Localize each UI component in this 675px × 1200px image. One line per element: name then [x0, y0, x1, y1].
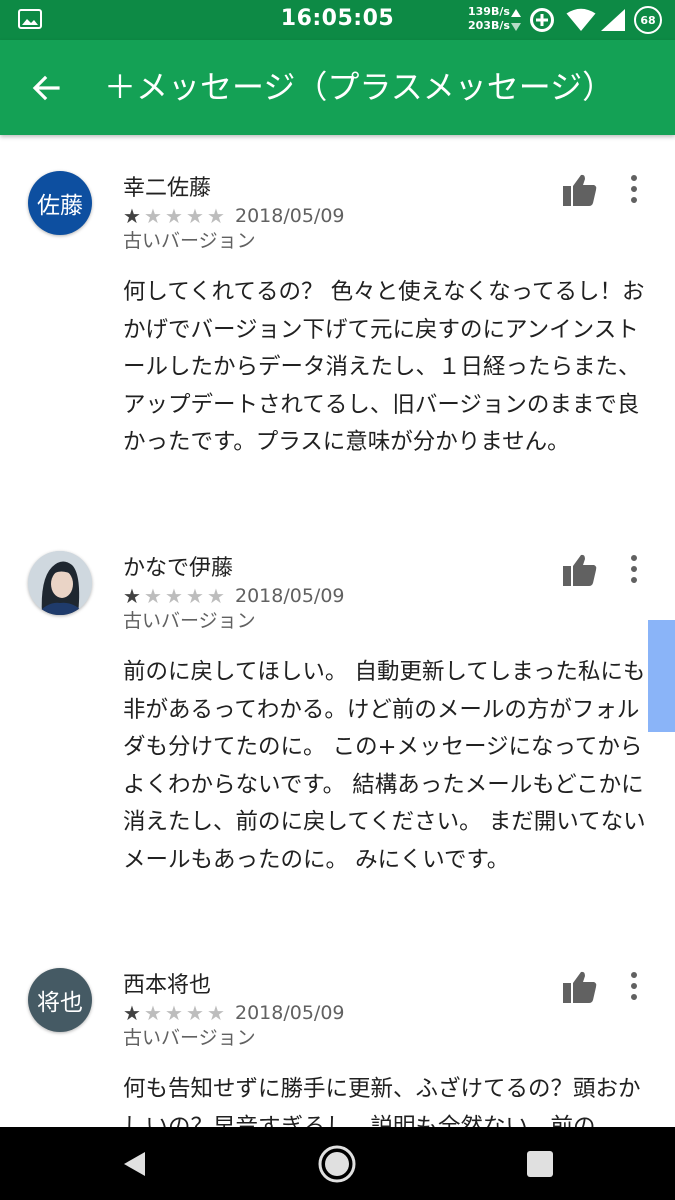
thumbs-up-icon[interactable] [562, 173, 598, 207]
navigation-bar [0, 1127, 675, 1200]
star-filled-icon: ★ [123, 204, 141, 228]
rating-stars: ★ ★ ★ ★ ★ 2018/05/09 [123, 1002, 345, 1024]
star-filled-icon: ★ [123, 1001, 141, 1025]
thumbs-up-icon[interactable] [562, 970, 598, 1004]
back-triangle-icon [124, 1151, 145, 1176]
star-empty-icon: ★ [186, 1001, 204, 1025]
avatar[interactable]: 将也 [28, 968, 92, 1032]
rating-stars: ★ ★ ★ ★ ★ 2018/05/09 [123, 585, 345, 607]
network-speed: 139B/s 203B/s [468, 5, 510, 33]
review-version: 古いバージョン [123, 230, 256, 252]
wifi-icon [566, 8, 596, 31]
scrollbar-thumb[interactable] [648, 620, 675, 732]
star-empty-icon: ★ [144, 1001, 162, 1025]
star-empty-icon: ★ [207, 1001, 225, 1025]
home-circle-icon [318, 1145, 356, 1182]
arrow-back-icon [32, 75, 60, 101]
star-empty-icon: ★ [207, 584, 225, 608]
review-date: 2018/05/09 [235, 585, 345, 607]
star-filled-icon: ★ [123, 584, 141, 608]
status-bar: 16:05:05 139B/s 203B/s 68 [0, 0, 675, 40]
profile-photo [28, 551, 92, 615]
rating-stars: ★ ★ ★ ★ ★ 2018/05/09 [123, 205, 345, 227]
review-date: 2018/05/09 [235, 1002, 345, 1024]
nav-back-button[interactable] [95, 1127, 175, 1200]
app-title: ＋メッセージ（プラスメッセージ） [104, 68, 615, 106]
star-empty-icon: ★ [165, 204, 183, 228]
avatar[interactable] [28, 551, 92, 615]
nav-recents-button[interactable] [500, 1127, 580, 1200]
battery-level: 68 [640, 13, 656, 27]
review-version: 古いバージョン [123, 610, 256, 632]
star-empty-icon: ★ [186, 584, 204, 608]
reviewer-name: 西本将也 [123, 973, 212, 998]
review-text: 何してくれてるの？ 色々と使えなくなってるし！おかげでバージョン下げて元に戻すの… [123, 279, 645, 455]
star-empty-icon: ★ [186, 204, 204, 228]
recents-square-icon [527, 1150, 553, 1177]
more-options-icon[interactable] [620, 968, 648, 1004]
more-options-icon[interactable] [620, 171, 648, 207]
avatar[interactable]: 佐藤 [28, 171, 92, 235]
data-saver-icon [530, 8, 554, 32]
more-options-icon[interactable] [620, 551, 648, 587]
back-button[interactable] [26, 68, 66, 108]
thumbs-up-icon[interactable] [562, 553, 598, 587]
review-version: 古いバージョン [123, 1027, 256, 1049]
signal-icon [601, 9, 625, 31]
reviewer-name: かなで伊藤 [123, 556, 234, 581]
app-bar: ＋メッセージ（プラスメッセージ） [0, 40, 675, 135]
star-empty-icon: ★ [144, 584, 162, 608]
battery-icon: 68 [634, 6, 662, 34]
data-arrows-icon [511, 9, 521, 31]
download-speed: 203B/s [468, 19, 510, 32]
reviewer-name: 幸二佐藤 [123, 176, 212, 201]
review-date: 2018/05/09 [235, 205, 345, 227]
star-empty-icon: ★ [207, 204, 225, 228]
upload-speed: 139B/s [468, 5, 510, 18]
star-empty-icon: ★ [165, 584, 183, 608]
review-text: 前のに戻してほしい。 自動更新してしまった私にも非があるってわかる。けど前のメー… [123, 659, 646, 873]
star-empty-icon: ★ [144, 204, 162, 228]
nav-home-button[interactable] [297, 1127, 377, 1200]
star-empty-icon: ★ [165, 1001, 183, 1025]
